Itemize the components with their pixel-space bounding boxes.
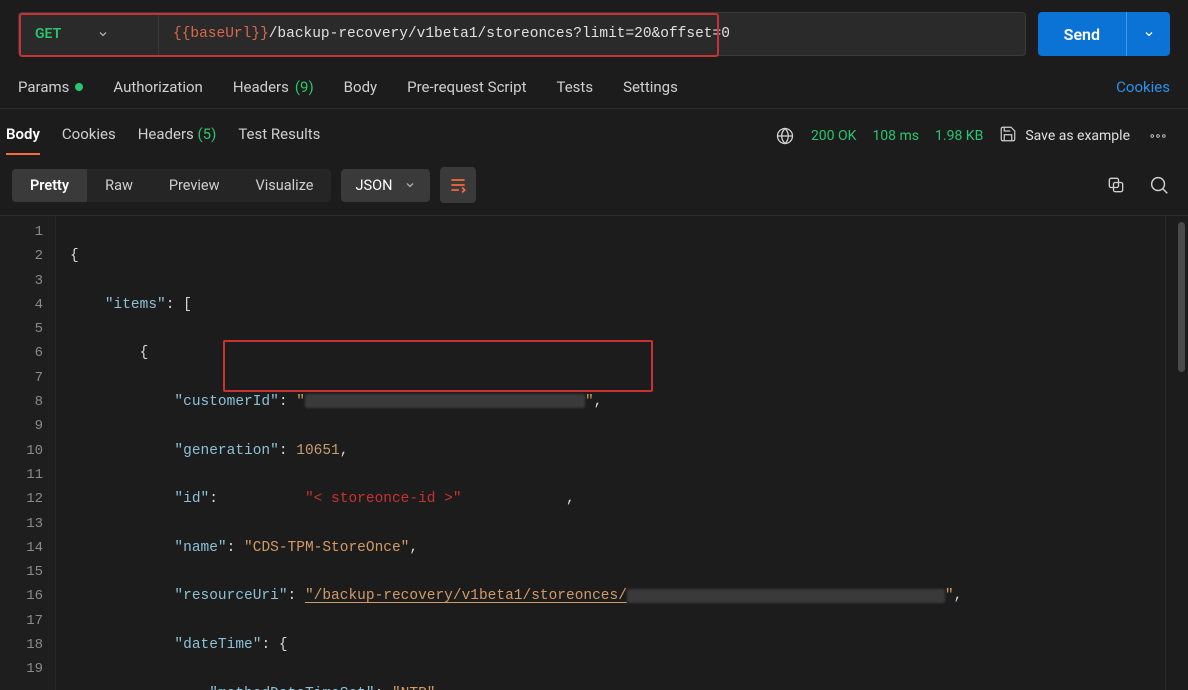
- send-dropdown[interactable]: [1126, 12, 1170, 56]
- gutter-divider: [1165, 216, 1166, 690]
- scrollbar-thumb[interactable]: [1178, 222, 1185, 372]
- key-methodDateTimeSet: "methodDateTimeSet": [209, 686, 374, 690]
- save-as-example-label: Save as example: [1025, 128, 1130, 144]
- val-methodDateTimeSet: "NTP": [392, 686, 436, 690]
- resp-tab-cookies[interactable]: Cookies: [62, 117, 116, 155]
- url-input[interactable]: {{baseUrl}}/backup-recovery/v1beta1/stor…: [159, 13, 1025, 55]
- tab-settings[interactable]: Settings: [623, 78, 678, 96]
- search-icon[interactable]: [1148, 174, 1170, 196]
- format-label: JSON: [355, 177, 392, 194]
- key-generation: "generation": [174, 443, 278, 459]
- tab-headers-count: (9): [295, 78, 314, 96]
- val-resourceUri: "/backup-recovery/v1beta1/storeonces/: [305, 588, 627, 604]
- key-items: "items": [105, 297, 166, 313]
- save-icon: [999, 125, 1017, 147]
- tab-tests[interactable]: Tests: [556, 78, 593, 96]
- val-name: "CDS-TPM-StoreOnce": [244, 540, 409, 556]
- resp-tab-headers-label: Headers: [138, 125, 194, 143]
- tab-headers-label: Headers: [233, 78, 289, 96]
- punct: : [: [166, 297, 192, 313]
- request-bar: GET {{baseUrl}}/backup-recovery/v1beta1/…: [0, 0, 1188, 68]
- response-right-icons: [1106, 174, 1170, 196]
- url-path: /backup-recovery/v1beta1/storeonces?limi…: [269, 26, 730, 42]
- globe-icon: [775, 126, 795, 146]
- tab-prerequest[interactable]: Pre-request Script: [407, 78, 526, 96]
- tab-body[interactable]: Body: [344, 78, 377, 96]
- url-row: GET {{baseUrl}}/backup-recovery/v1beta1/…: [18, 12, 1026, 56]
- resp-tab-test-results[interactable]: Test Results: [238, 117, 320, 155]
- redacted-value: [305, 394, 585, 408]
- brace-open: {: [70, 248, 79, 264]
- tab-headers[interactable]: Headers (9): [233, 78, 314, 96]
- key-id: "id": [174, 491, 209, 507]
- key-dateTime: "dateTime": [174, 637, 261, 653]
- response-header: Body Cookies Headers (5) Test Results 20…: [0, 109, 1188, 155]
- status-size: 1.98 KB: [935, 128, 983, 144]
- line-gutter: 12345678910111213141516171819: [0, 216, 56, 690]
- status-code: 200 OK: [811, 128, 857, 144]
- copy-icon[interactable]: [1106, 175, 1126, 195]
- chevron-down-icon: [404, 179, 416, 191]
- save-as-example-button[interactable]: Save as example: [999, 125, 1130, 147]
- more-actions-icon[interactable]: [1146, 126, 1170, 146]
- key-name: "name": [174, 540, 226, 556]
- url-variable: {{baseUrl}}: [173, 26, 269, 42]
- send-group: Send: [1038, 12, 1170, 56]
- code-content[interactable]: { "items": [ { "customerId": "", "genera…: [56, 216, 1188, 690]
- val-generation: 10651: [296, 443, 340, 459]
- cookies-link[interactable]: Cookies: [1116, 78, 1170, 96]
- brace-open: {: [140, 345, 149, 361]
- tab-params-label: Params: [18, 78, 69, 96]
- send-button[interactable]: Send: [1038, 12, 1126, 56]
- http-method-select[interactable]: GET: [19, 13, 159, 55]
- resp-tab-headers-count: (5): [198, 125, 217, 143]
- view-toolbar: Pretty Raw Preview Visualize JSON: [0, 155, 1188, 215]
- view-visualize[interactable]: Visualize: [238, 169, 332, 202]
- request-tabs: Params Authorization Headers (9) Body Pr…: [0, 68, 1188, 109]
- key-resourceUri: "resourceUri": [174, 588, 287, 604]
- key-customerId: "customerId": [174, 394, 278, 410]
- response-status: 200 OK 108 ms 1.98 KB Save as example: [775, 125, 1170, 147]
- chevron-down-icon: [97, 28, 109, 40]
- format-select[interactable]: JSON: [341, 169, 430, 202]
- view-mode-segment: Pretty Raw Preview Visualize: [12, 169, 331, 202]
- resp-tab-body[interactable]: Body: [6, 117, 40, 155]
- view-pretty[interactable]: Pretty: [12, 169, 87, 202]
- response-tabs: Body Cookies Headers (5) Test Results: [4, 117, 320, 155]
- tab-params[interactable]: Params: [18, 78, 83, 96]
- send-label: Send: [1064, 25, 1100, 44]
- response-body: 12345678910111213141516171819 { "items":…: [0, 215, 1188, 690]
- params-changed-dot-icon: [75, 83, 83, 91]
- view-preview[interactable]: Preview: [151, 169, 238, 202]
- tab-authorization[interactable]: Authorization: [113, 78, 202, 96]
- redacted-value: [627, 589, 945, 603]
- resp-tab-headers[interactable]: Headers (5): [138, 117, 217, 155]
- status-time: 108 ms: [872, 128, 919, 144]
- http-method-label: GET: [35, 26, 61, 42]
- view-raw[interactable]: Raw: [87, 169, 151, 202]
- wrap-lines-button[interactable]: [440, 167, 476, 203]
- storeonce-id-placeholder: "< storeonce-id >": [305, 491, 462, 507]
